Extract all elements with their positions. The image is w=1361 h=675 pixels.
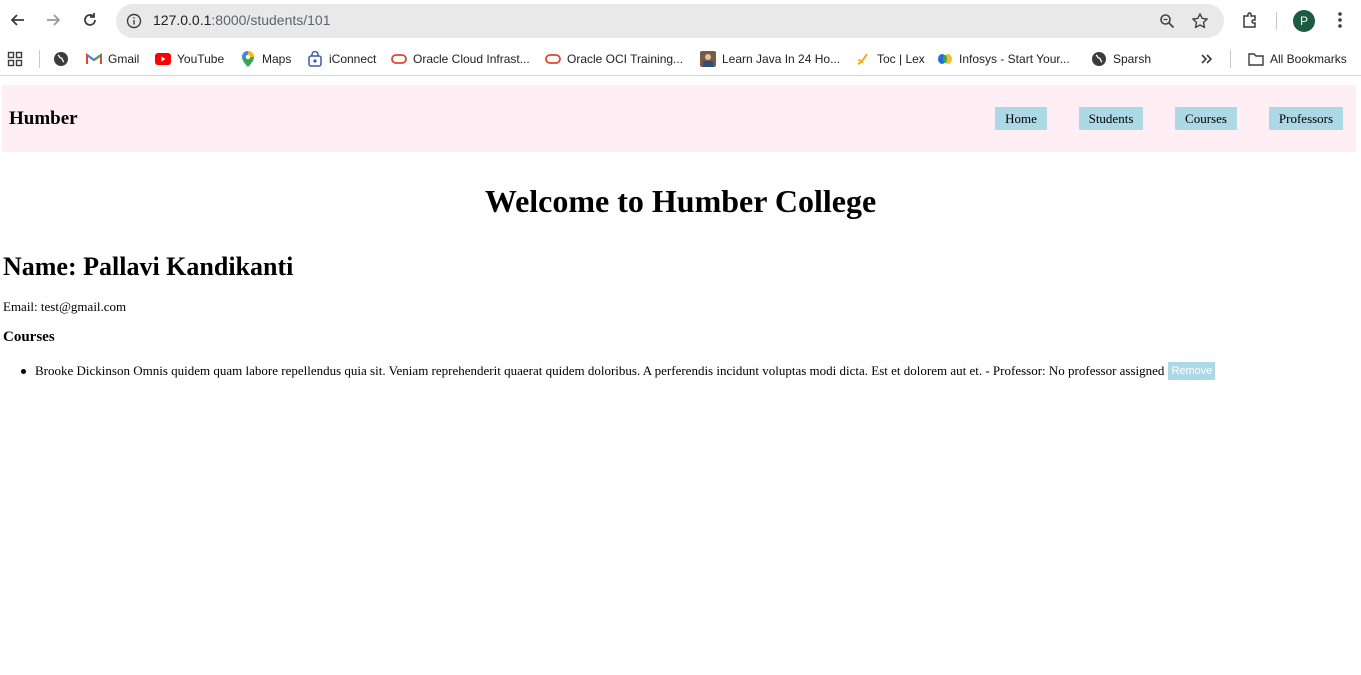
- video-thumb-icon: [700, 51, 716, 67]
- nav-professors[interactable]: Professors: [1269, 107, 1343, 130]
- bookmark-oracle-oci[interactable]: Oracle OCI Training...: [545, 49, 683, 69]
- forward-icon[interactable]: [42, 9, 64, 31]
- browser-toolbar: 127.0.0.1:8000/students/101 P: [0, 0, 1361, 42]
- oracle-icon: [545, 51, 561, 67]
- bookmark-learn-java[interactable]: Learn Java In 24 Ho...: [700, 49, 840, 69]
- course-text: Brooke Dickinson Omnis quidem quam labor…: [35, 363, 1165, 378]
- course-list: Brooke Dickinson Omnis quidem quam labor…: [20, 362, 1350, 380]
- bookmark-label: Toc | Lex: [877, 52, 925, 66]
- menu-kebab-icon[interactable]: [1329, 9, 1351, 31]
- bookmark-label: Learn Java In 24 Ho...: [722, 52, 841, 66]
- all-bookmarks-label: All Bookmarks: [1270, 52, 1347, 66]
- apps-grid-icon[interactable]: [7, 49, 23, 69]
- maps-icon: [240, 51, 256, 67]
- bookmark-iconnect[interactable]: iConnect: [307, 49, 376, 69]
- remove-course-button[interactable]: Remove: [1168, 362, 1216, 380]
- more-bookmarks-icon[interactable]: [1200, 49, 1214, 69]
- nav-courses[interactable]: Courses: [1175, 107, 1237, 130]
- student-email: Email: test@gmail.com: [3, 299, 127, 314]
- site-info-icon[interactable]: [124, 11, 144, 31]
- bookmarks-bar: Gmail YouTube Maps iConnect Oracle Cloud…: [0, 42, 1361, 76]
- list-item: Brooke Dickinson Omnis quidem quam labor…: [20, 362, 1350, 380]
- address-bar[interactable]: 127.0.0.1:8000/students/101: [116, 4, 1224, 38]
- bookmark-oracle-cloud[interactable]: Oracle Cloud Infrast...: [391, 49, 530, 69]
- student-name: Name: Pallavi Kandikanti: [3, 252, 294, 281]
- bookmark-maps[interactable]: Maps: [240, 49, 291, 69]
- back-icon[interactable]: [7, 9, 29, 31]
- bookmark-label: iConnect: [329, 52, 377, 66]
- bookmark-label: Infosys - Start Your...: [959, 52, 1070, 66]
- bookmark-star-icon[interactable]: [1190, 11, 1210, 31]
- globe-icon[interactable]: [53, 49, 69, 69]
- bookmark-label: Maps: [262, 52, 292, 66]
- extensions-icon[interactable]: [1239, 9, 1261, 31]
- bookmarks-divider: [1230, 50, 1231, 68]
- courses-heading: Courses: [3, 329, 55, 345]
- url-text[interactable]: 127.0.0.1:8000/students/101: [153, 12, 331, 28]
- gmail-icon: [86, 51, 102, 67]
- bookmark-label: YouTube: [177, 52, 225, 66]
- bookmark-gmail[interactable]: Gmail: [86, 49, 139, 69]
- url-path: :8000/students/101: [211, 12, 331, 28]
- url-host: 127.0.0.1: [153, 12, 212, 28]
- toolbar-divider: [1276, 12, 1277, 30]
- bookmark-label: Gmail: [108, 52, 140, 66]
- youtube-icon: [155, 51, 171, 67]
- oracle-icon: [391, 51, 407, 67]
- bookmark-infosys[interactable]: Infosys - Start Your...: [937, 49, 1070, 69]
- bookmark-label: Oracle Cloud Infrast...: [413, 52, 530, 66]
- bookmark-sparsh[interactable]: Sparsh: [1091, 49, 1151, 69]
- site-brand[interactable]: Humber: [9, 108, 78, 130]
- page-title: Welcome to Humber College: [484, 183, 877, 219]
- nav-students[interactable]: Students: [1079, 107, 1143, 130]
- profile-avatar[interactable]: P: [1293, 10, 1315, 32]
- lex-icon: [855, 51, 871, 67]
- bookmark-label: Oracle OCI Training...: [567, 52, 684, 66]
- bookmark-toc-lex[interactable]: Toc | Lex: [855, 49, 925, 69]
- reload-icon[interactable]: [79, 9, 101, 31]
- bookmark-youtube[interactable]: YouTube: [155, 49, 224, 69]
- globe-icon: [1091, 51, 1107, 67]
- zoom-icon[interactable]: [1157, 11, 1177, 31]
- bookmark-label: Sparsh: [1113, 52, 1152, 66]
- bookmarks-divider: [39, 50, 40, 68]
- iconnect-icon: [307, 51, 323, 67]
- infosys-icon: [937, 51, 953, 67]
- bullet: [21, 368, 26, 374]
- folder-icon: [1248, 51, 1264, 67]
- site-header: Humber Home Students Courses Professors: [2, 85, 1356, 152]
- nav-home[interactable]: Home: [995, 107, 1047, 130]
- all-bookmarks[interactable]: All Bookmarks: [1248, 49, 1347, 69]
